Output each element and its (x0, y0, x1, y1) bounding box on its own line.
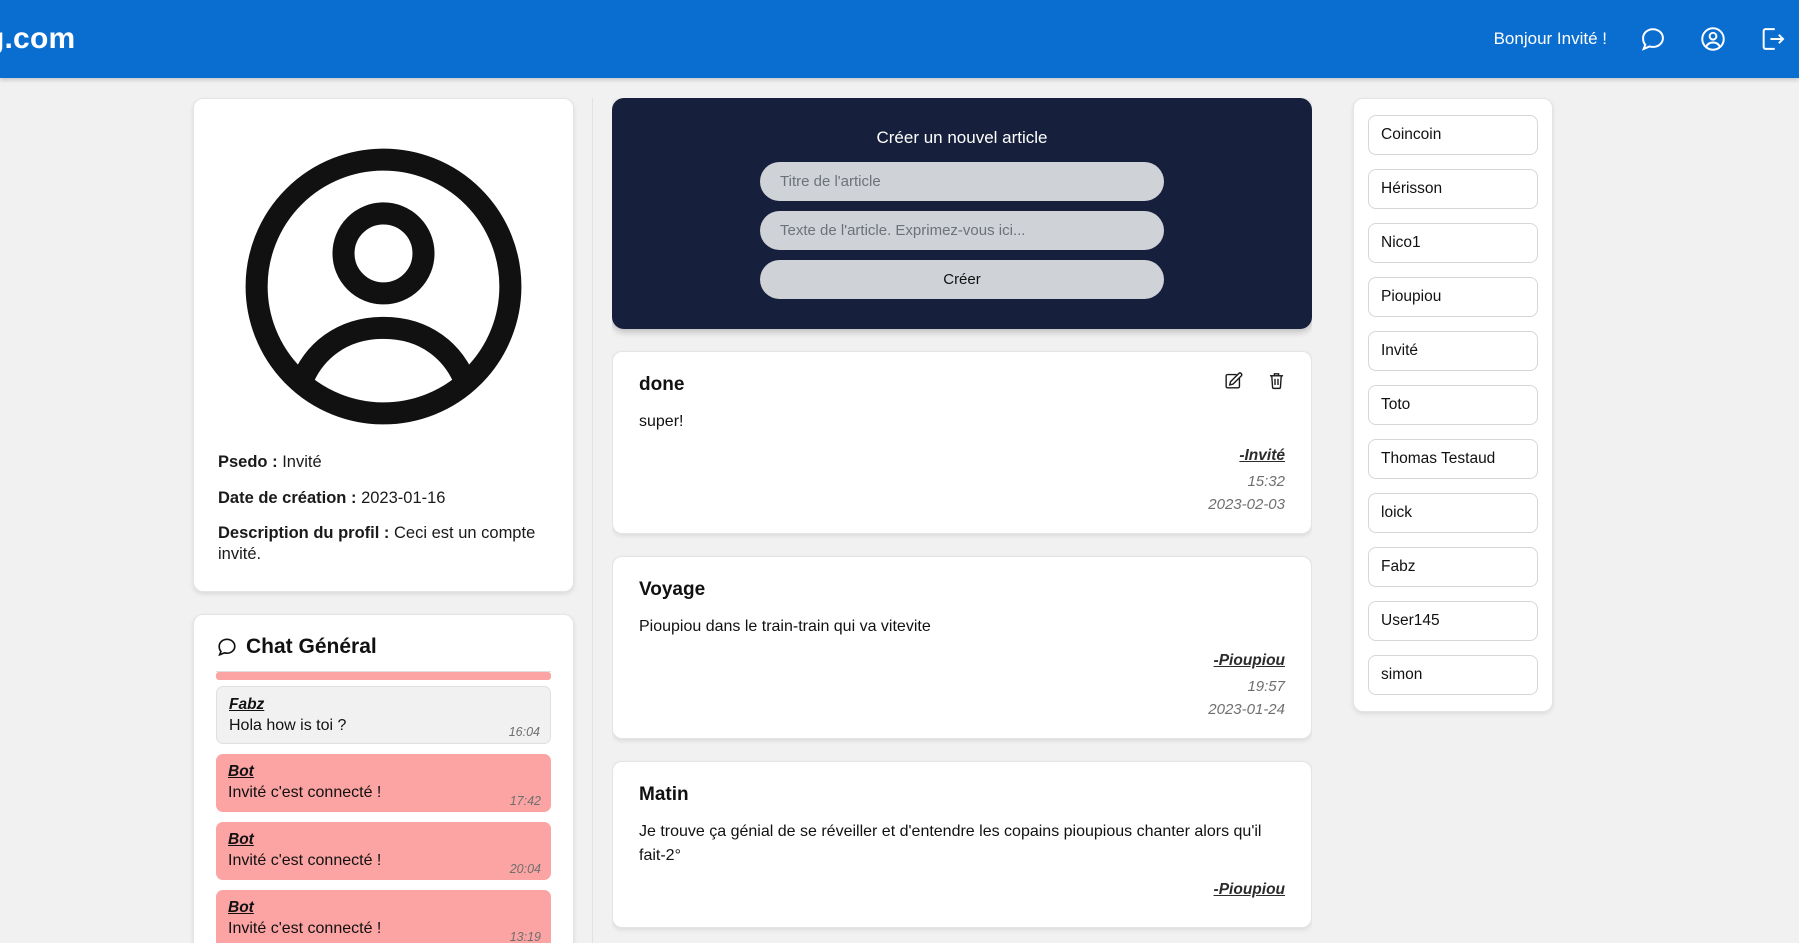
chat-panel: Chat Général Fabz Hola how is toi ? 16:0… (193, 613, 574, 943)
article-time: 19:57 (1247, 678, 1285, 696)
user-list-item[interactable]: Pioupiou (1368, 277, 1538, 317)
chat-message-time: 20:04 (509, 861, 541, 876)
chat-message-author: Bot (228, 830, 254, 848)
profile-description-label: Description du profil : (218, 524, 390, 543)
chat-header: Chat Général (216, 635, 551, 659)
profile-created: Date de création : 2023-01-16 (218, 488, 549, 509)
profile-pseudo: Psedo : Invité (218, 452, 549, 473)
user-list-item[interactable]: User145 (1368, 601, 1538, 641)
article-body-input[interactable] (760, 211, 1164, 250)
article-time: 15:32 (1247, 473, 1285, 491)
chat-bubble-icon[interactable] (1639, 25, 1667, 53)
chat-message-time: 16:04 (508, 724, 540, 739)
chat-message-text: Hola how is toi ? (229, 716, 347, 734)
profile-pseudo-value: Invité (282, 453, 322, 471)
chat-message: Bot Invité c'est connecté ! 13:19 (216, 889, 551, 943)
page-body: Psedo : Invité Date de création : 2023-0… (0, 78, 1799, 943)
article-meta: -Invité 15:32 2023-02-03 (639, 447, 1285, 513)
profile-description: Description du profil : Ceci est un comp… (218, 523, 549, 564)
chat-message-author: Bot (228, 898, 254, 916)
edit-pencil-icon[interactable] (1223, 370, 1244, 391)
chat-message-author: Bot (228, 762, 254, 780)
article-author: -Pioupiou (1213, 880, 1285, 898)
article-card: Matin Je trouve ça génial de se réveille… (612, 761, 1312, 928)
user-circle-icon[interactable] (1699, 25, 1727, 53)
create-article-button[interactable]: Créer (760, 260, 1164, 299)
article-card: Voyage Pioupiou dans le train-train qui … (612, 556, 1312, 740)
user-list-item[interactable]: Coincoin (1368, 115, 1538, 155)
user-list-item[interactable]: Invité (1368, 331, 1538, 371)
site-logo[interactable]: g.com (0, 22, 75, 56)
article-author: -Pioupiou (1213, 652, 1285, 670)
chat-message: Bot Invité c'est connecté ! 20:04 (216, 821, 551, 880)
article-body: Je trouve ça génial de se réveiller et d… (639, 823, 1262, 864)
chat-message-text: Invité c'est connecté ! (228, 851, 382, 869)
center-column: Créer un nouvel article Créer (612, 98, 1312, 943)
user-list-item[interactable]: Hérisson (1368, 169, 1538, 209)
chat-message-list[interactable]: Fabz Hola how is toi ? 16:04 Bot Invité … (216, 670, 551, 943)
greeting-text: Bonjour Invité ! (1493, 29, 1607, 48)
article-body: super! (639, 413, 684, 430)
connected-users-panel: Coincoin Hérisson Nico1 Pioupiou Invité … (1353, 98, 1553, 712)
article-author: -Invité (1239, 447, 1285, 465)
chat-message-text: Invité c'est connecté ! (228, 783, 382, 801)
user-list-item[interactable]: Nico1 (1368, 223, 1538, 263)
article-date: 2023-02-03 (1208, 496, 1285, 514)
user-list-item[interactable]: Fabz (1368, 547, 1538, 587)
logout-icon[interactable] (1759, 25, 1787, 53)
chat-scrolled-message-sliver (216, 671, 551, 680)
create-article-title: Créer un nouvel article (876, 128, 1048, 147)
chat-message-time: 13:19 (509, 929, 541, 943)
user-list-item[interactable]: Toto (1368, 385, 1538, 425)
chat-message-time: 17:42 (509, 793, 541, 808)
article-body: Pioupiou dans le train-train qui va vite… (639, 618, 931, 636)
article-meta: -Pioupiou (639, 881, 1285, 899)
chat-bubble-icon (216, 636, 238, 658)
chat-message-text: Invité c'est connecté ! (228, 919, 382, 937)
article-meta: -Pioupiou 19:57 2023-01-24 (639, 652, 1285, 718)
trash-icon[interactable] (1266, 370, 1287, 391)
top-navbar: g.com Bonjour Invité ! (0, 0, 1799, 78)
profile-created-value: 2023-01-16 (361, 488, 446, 507)
chat-message: Bot Invité c'est connecté ! 17:42 (216, 753, 551, 812)
article-card: done super! -Invité 15:32 2023-02-03 (612, 351, 1312, 535)
chat-message-author: Fabz (229, 695, 265, 713)
profile-pseudo-label: Psedo : (218, 453, 278, 471)
navbar-actions: Bonjour Invité ! (1494, 25, 1787, 53)
article-title: Voyage (639, 579, 706, 601)
user-list-item[interactable]: Thomas Testaud (1368, 439, 1538, 479)
profile-card: Psedo : Invité Date de création : 2023-0… (193, 98, 574, 592)
user-circle-icon (218, 121, 549, 452)
profile-created-label: Date de création : (218, 488, 357, 507)
create-article-panel: Créer un nouvel article Créer (612, 98, 1312, 329)
chat-title-text: Chat Général (246, 634, 377, 658)
user-list-item[interactable]: simon (1368, 655, 1538, 695)
article-actions (1223, 370, 1287, 391)
article-date: 2023-01-24 (1208, 701, 1285, 719)
left-column: Psedo : Invité Date de création : 2023-0… (193, 98, 593, 943)
user-list-item[interactable]: loick (1368, 493, 1538, 533)
chat-message: Fabz Hola how is toi ? 16:04 (216, 685, 551, 744)
article-title: Matin (639, 784, 689, 806)
three-column-layout: Psedo : Invité Date de création : 2023-0… (0, 98, 1799, 943)
article-title: done (639, 374, 685, 395)
article-title-input[interactable] (760, 162, 1164, 201)
